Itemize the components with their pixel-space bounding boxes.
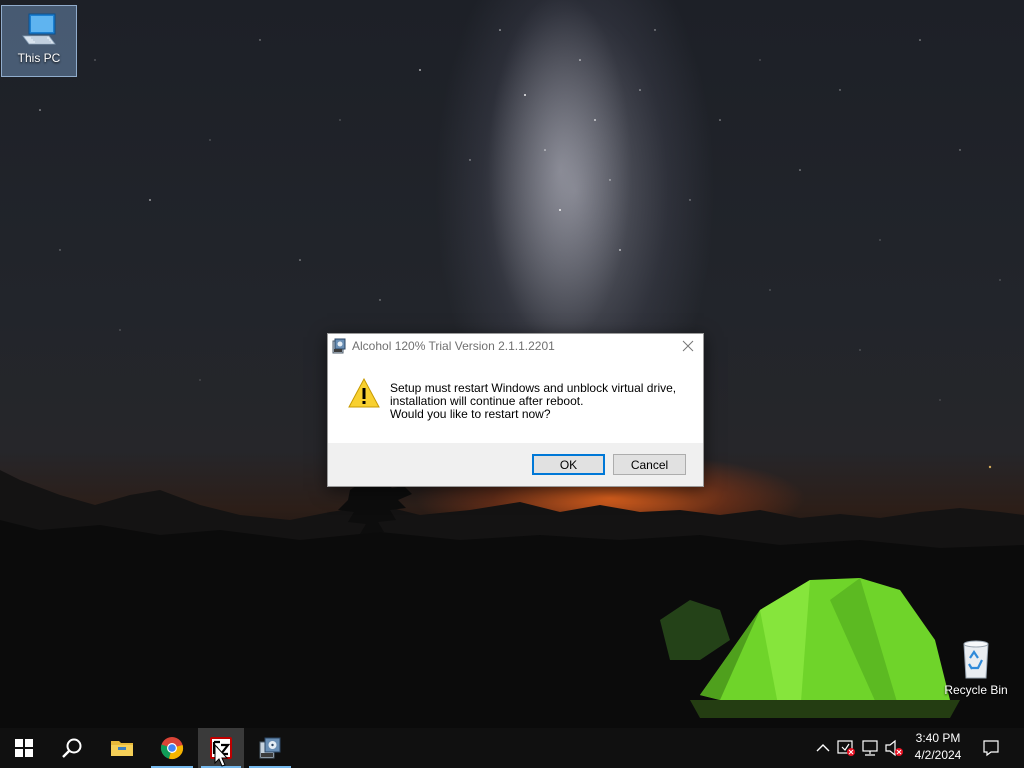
desktop-icon-label: This PC: [17, 51, 61, 65]
tray-network[interactable]: [860, 738, 880, 758]
volume-muted-icon: [885, 739, 903, 757]
taskbar-file-explorer[interactable]: [98, 728, 146, 768]
close-icon: [682, 340, 694, 352]
action-center-button[interactable]: [981, 738, 1001, 758]
ok-button[interactable]: OK: [532, 454, 605, 475]
message-line: Would you like to restart now?: [390, 407, 551, 421]
desktop-icon-label: Recycle Bin: [944, 683, 1008, 697]
start-button[interactable]: [0, 728, 48, 768]
taskbar-alcohol-setup[interactable]: [246, 728, 294, 768]
folder-icon: [111, 741, 133, 756]
chrome-icon: [160, 737, 184, 760]
system-clock[interactable]: 3:40 PM 4/2/2024: [906, 730, 970, 766]
clock-time: 3:40 PM: [915, 731, 961, 745]
mouse-cursor: [214, 744, 229, 767]
clock-date: 4/2/2024: [914, 748, 962, 762]
dialog-title: Alcohol 120% Trial Version 2.1.1.2201: [352, 339, 555, 353]
dialog-message: Setup must restart Windows and unblock v…: [390, 382, 676, 421]
installer-icon: [332, 338, 348, 357]
message-dialog: Alcohol 120% Trial Version 2.1.1.2201 Se…: [327, 333, 704, 487]
security-alert-icon: [837, 740, 855, 756]
recycle-bin-icon: [963, 640, 989, 679]
this-pc-icon: [22, 13, 56, 45]
desktop-icon-recycle-bin[interactable]: Recycle Bin: [938, 634, 1014, 706]
desktop-icon-this-pc[interactable]: This PC: [1, 5, 77, 77]
network-icon: [862, 740, 878, 756]
warning-icon: [348, 377, 380, 411]
show-hidden-icons-button[interactable]: [813, 738, 833, 758]
close-button[interactable]: [673, 334, 703, 358]
dialog-titlebar[interactable]: Alcohol 120% Trial Version 2.1.1.2201: [328, 334, 703, 358]
chevron-up-icon: [816, 744, 830, 752]
notification-icon: [983, 740, 999, 757]
dialog-button-bar: OK Cancel: [328, 443, 703, 486]
tray-security[interactable]: [836, 738, 856, 758]
windows-start-icon: [15, 739, 33, 757]
taskbar-chrome[interactable]: [148, 728, 196, 768]
dialog-body: Setup must restart Windows and unblock v…: [328, 358, 703, 442]
taskbar: 3:40 PM 4/2/2024: [0, 728, 1024, 768]
tray-volume[interactable]: [884, 738, 904, 758]
cancel-button[interactable]: Cancel: [613, 454, 686, 475]
installer-icon: [259, 737, 281, 759]
search-button[interactable]: [48, 728, 96, 768]
search-icon: [62, 738, 82, 758]
